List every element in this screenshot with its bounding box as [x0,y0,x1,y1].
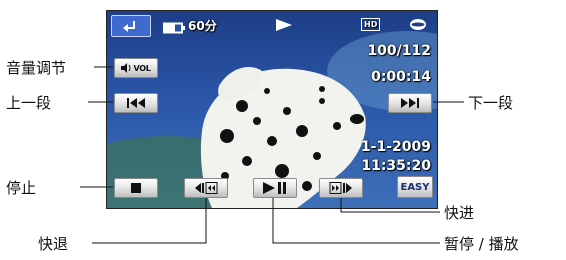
callout-volume: 音量调节 [6,59,67,77]
callout-pause-play: 暂停 / 播放 [444,235,519,253]
callout-lines [80,66,464,244]
callout-fast-forward: 快进 [444,204,475,222]
callout-next: 下一段 [468,94,514,112]
callout-stop: 停止 [6,179,37,197]
callout-previous: 上一段 [6,94,52,112]
callout-rewind: 快退 [38,235,69,253]
